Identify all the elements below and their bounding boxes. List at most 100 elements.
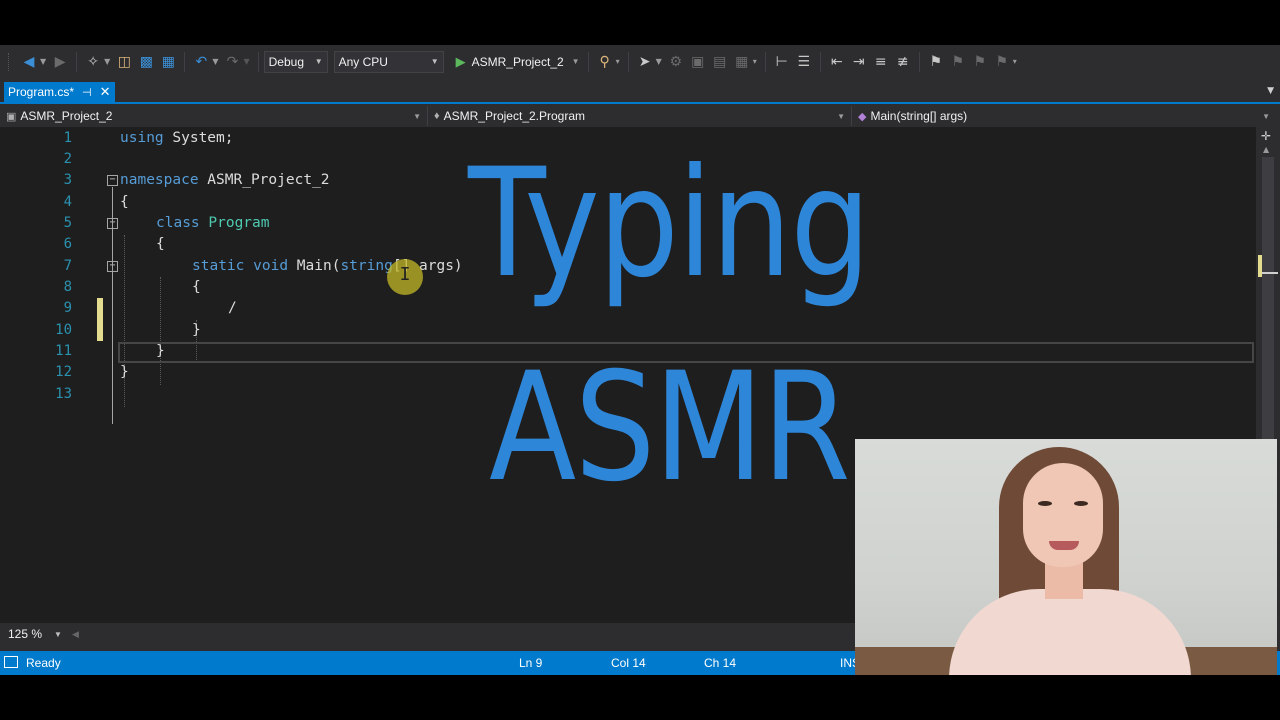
tab-program-cs[interactable]: Program.cs* ⊣ ✕	[4, 82, 115, 102]
code-text: Main(	[288, 258, 341, 274]
find-dropdown-icon[interactable]: ▾	[616, 57, 620, 66]
prev-bookmark-icon[interactable]: ⚑	[947, 51, 969, 73]
open-icon[interactable]: ◫	[113, 51, 135, 73]
undo-dropdown-icon[interactable]: ▼	[212, 57, 218, 66]
start-label: ASMR_Project_2	[471, 54, 564, 69]
line-number: 3	[63, 172, 72, 188]
class-icon: ♦	[434, 110, 440, 122]
uncomment-icon[interactable]: ≢	[892, 51, 914, 73]
scroll-up-icon[interactable]: ▲	[1263, 145, 1269, 154]
new-dropdown-icon[interactable]: ▼	[104, 57, 110, 66]
find-icon[interactable]: ⚲	[594, 51, 616, 73]
new-project-icon[interactable]: ✧	[82, 51, 104, 73]
line-number: 9	[63, 300, 72, 316]
keyword: string	[340, 258, 393, 274]
code-line-9[interactable]: /	[228, 298, 237, 319]
bookmark-icon[interactable]: ⚑	[925, 51, 947, 73]
start-dropdown-icon[interactable]: ▼	[572, 57, 580, 66]
line-number: 6	[63, 236, 72, 252]
platform-value: Any CPU	[338, 54, 388, 69]
method-icon: ◆	[858, 110, 867, 123]
start-icon: ▶	[455, 53, 466, 69]
window-icon[interactable]: ▤	[709, 51, 731, 73]
configuration-select[interactable]: Debug ▼	[263, 50, 328, 73]
code-line-8: {	[192, 279, 201, 295]
list-icon[interactable]: ☰	[793, 51, 815, 73]
save-all-icon[interactable]: ▦	[157, 51, 179, 73]
cursor-tool-icon[interactable]: ➤	[634, 51, 656, 73]
line-number: 4	[63, 194, 72, 210]
layout-icon[interactable]: ▦	[731, 51, 753, 73]
type-dropdown[interactable]: ♦ ASMR_Project_2.Program ▼	[428, 106, 852, 126]
clear-bookmark-icon[interactable]: ⚑	[991, 51, 1013, 73]
tab-label: Program.cs*	[8, 85, 75, 99]
scroll-left-icon[interactable]: ◀	[72, 629, 79, 640]
status-line: Ln 9	[519, 656, 543, 670]
bookmark-dropdown-icon[interactable]: ▾	[1013, 57, 1017, 66]
line-number: 5	[63, 215, 72, 231]
code-text: System;	[163, 130, 234, 146]
split-window-icon[interactable]: ✛	[1261, 129, 1271, 143]
close-icon[interactable]: ✕	[100, 84, 111, 100]
chevron-down-icon: ▼	[54, 629, 62, 639]
unsaved-change-marker	[97, 298, 103, 341]
chevron-down-icon: ▼	[430, 57, 439, 66]
output-icon[interactable]	[4, 656, 18, 668]
pin-icon[interactable]: ⊣	[82, 86, 92, 99]
member-icon[interactable]: ⊢	[771, 51, 793, 73]
debug-icon[interactable]: ▣	[687, 51, 709, 73]
line-number: 13	[55, 386, 72, 402]
tab-overflow-icon[interactable]: ▼	[1267, 86, 1274, 96]
outline-line	[112, 187, 113, 424]
back-icon[interactable]: ◀	[18, 51, 40, 73]
project-dropdown[interactable]: ▣ ASMR_Project_2 ▼	[0, 106, 428, 126]
code-line-11: }	[156, 343, 165, 359]
code-line-4: {	[120, 194, 129, 210]
member-label: Main(string[] args)	[870, 109, 968, 123]
step-icon[interactable]: ⚙	[665, 51, 687, 73]
toolbar-divider	[764, 51, 766, 72]
scrollbar-thumb[interactable]	[1262, 157, 1274, 477]
navigation-bar: ▣ ASMR_Project_2 ▼ ♦ ASMR_Project_2.Progra…	[0, 105, 1280, 127]
line-number: 7	[63, 258, 72, 274]
forward-icon[interactable]: ▶	[49, 51, 71, 73]
csharp-project-icon: ▣	[6, 110, 17, 123]
toolbar-divider	[819, 51, 821, 72]
member-dropdown[interactable]: ◆ Main(string[] args) ▼	[852, 106, 1276, 126]
type-label: ASMR_Project_2.Program	[443, 109, 586, 123]
chevron-down-icon: ▼	[413, 111, 421, 121]
toolbar-divider	[184, 51, 186, 72]
caret-position-marker	[1262, 272, 1278, 274]
redo-icon[interactable]: ↷	[221, 51, 243, 73]
tool-dropdown-icon[interactable]: ▼	[656, 57, 662, 66]
start-button[interactable]: ▶ ASMR_Project_2 ▼	[456, 54, 583, 70]
fold-toggle-icon[interactable]: −	[107, 175, 118, 186]
line-number-gutter: 1 2 3 4 5 6 7 8 9 10 11 12 13	[0, 127, 100, 623]
presenter-mouth	[1049, 541, 1079, 550]
zoom-select[interactable]: 125 % ▼	[4, 625, 66, 643]
presenter-body	[949, 589, 1191, 675]
indent-icon[interactable]: ⇥	[848, 51, 870, 73]
toolbar-divider	[257, 51, 259, 72]
line-number: 2	[63, 151, 72, 167]
code-line-5: class Program	[156, 213, 270, 234]
redo-dropdown-icon[interactable]: ▼	[243, 57, 249, 66]
overlay-title-line2: ASMR	[489, 341, 851, 515]
overlay-title-line1: Typing	[468, 137, 871, 311]
keyword: using	[120, 130, 164, 146]
code-line-6: {	[156, 236, 165, 252]
chevron-down-icon: ▼	[1262, 111, 1270, 121]
platform-select[interactable]: Any CPU ▼	[333, 50, 444, 73]
back-dropdown-icon[interactable]: ▼	[40, 57, 46, 66]
outdent-icon[interactable]: ⇤	[826, 51, 848, 73]
toolbar-grip[interactable]	[8, 52, 12, 71]
status-ready: Ready	[26, 656, 61, 670]
comment-icon[interactable]: ≡	[870, 51, 892, 73]
type-name: Program	[208, 215, 270, 231]
webcam-overlay	[855, 439, 1277, 675]
next-bookmark-icon[interactable]: ⚑	[969, 51, 991, 73]
toolbar-divider	[627, 51, 629, 72]
save-icon[interactable]: ▩	[135, 51, 157, 73]
undo-icon[interactable]: ↶	[190, 51, 212, 73]
layout-dropdown-icon[interactable]: ▾	[753, 57, 757, 66]
